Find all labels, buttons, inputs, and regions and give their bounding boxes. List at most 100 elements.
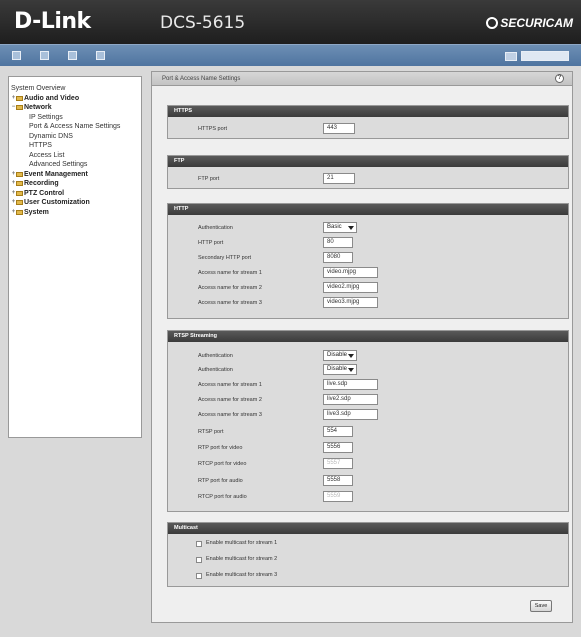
- section-header: Multicast: [168, 523, 568, 534]
- rtcp-audio-input: 5559: [323, 491, 353, 502]
- rtsp-port-input[interactable]: 554: [323, 426, 353, 437]
- folder-icon: [16, 95, 23, 101]
- http-auth-select[interactable]: Basic: [323, 222, 357, 233]
- sidebar-item-user-customization[interactable]: + User Customization: [11, 198, 141, 208]
- sidebar-item-label: IP Settings: [29, 113, 63, 121]
- http-stream2-input[interactable]: video2.mjpg: [323, 282, 378, 293]
- secondary-http-port-input[interactable]: 8080: [323, 252, 353, 263]
- toolbar-right: [505, 51, 569, 61]
- rtsp-stream1-label: Access name for stream 1: [198, 382, 262, 388]
- sidebar-item-https[interactable]: HTTPS: [11, 141, 141, 151]
- rtcp-audio-label: RTCP port for audio: [198, 494, 247, 500]
- sidebar-item-access-list[interactable]: Access List: [11, 151, 141, 161]
- securicam-circle-icon: [486, 17, 499, 29]
- sidebar-item-label: PTZ Control: [24, 189, 65, 197]
- ftp-section: FTP FTP port 21: [167, 155, 569, 189]
- logout-icon[interactable]: [96, 51, 105, 60]
- help-icon[interactable]: ?: [555, 74, 564, 83]
- https-section: HTTPS HTTPS port 443: [167, 105, 569, 139]
- http-stream3-label: Access name for stream 3: [198, 300, 262, 306]
- sidebar-item-event-management[interactable]: + Event Management: [11, 170, 141, 180]
- page-title: Port & Access Name Settings ?: [152, 72, 572, 86]
- https-port-label: HTTPS port: [198, 126, 228, 132]
- sidebar-item-dynamic-dns[interactable]: Dynamic DNS: [11, 132, 141, 142]
- folder-icon: [16, 209, 23, 215]
- http-port-input[interactable]: 80: [323, 237, 353, 248]
- rtsp-auth-value: Disable: [327, 352, 348, 358]
- http-auth-value: Basic: [327, 224, 342, 230]
- sidebar-item-label: System: [24, 208, 49, 216]
- client-setting-icon[interactable]: [68, 51, 77, 60]
- chevron-down-icon: [348, 354, 354, 358]
- section-header: RTSP Streaming: [168, 331, 568, 342]
- page-title-text: Port & Access Name Settings: [162, 76, 241, 82]
- section-header: FTP: [168, 156, 568, 167]
- http-stream1-input[interactable]: video.mjpg: [323, 267, 378, 278]
- http-port-label: HTTP port: [198, 240, 224, 246]
- rtp-audio-label: RTP port for audio: [198, 478, 243, 484]
- section-header: HTTP: [168, 204, 568, 215]
- folder-icon: [16, 171, 23, 177]
- dlink-logo: D-Link: [14, 9, 91, 34]
- multicast-stream2-label: Enable multicast for stream 2: [206, 556, 278, 562]
- flag-icon: [505, 51, 517, 61]
- sidebar-item-label: HTTPS: [29, 142, 52, 149]
- http-stream3-input[interactable]: video3.mjpg: [323, 297, 378, 308]
- folder-icon: [16, 181, 23, 187]
- sidebar-menu: System Overview + Audio and Video − Networ…: [8, 76, 142, 438]
- sidebar-item-label: User Customization: [24, 199, 90, 206]
- sidebar-item-ip-settings[interactable]: IP Settings: [11, 113, 141, 123]
- model-name: DCS-5615: [160, 13, 246, 33]
- sidebar-item-system-overview[interactable]: System Overview: [11, 84, 141, 94]
- secondary-http-port-label: Secondary HTTP port: [198, 255, 252, 261]
- rtsp-auth2-select[interactable]: Disable: [323, 364, 357, 375]
- multicast-stream1-label: Enable multicast for stream 1: [206, 540, 278, 546]
- rtp-video-input[interactable]: 5556: [323, 442, 353, 453]
- sidebar-item-advanced[interactable]: Advanced Settings: [11, 160, 141, 170]
- language-select[interactable]: [521, 51, 569, 61]
- section-header: HTTPS: [168, 106, 568, 117]
- toolbar: [0, 44, 581, 66]
- ftp-port-label: FTP port: [198, 176, 220, 182]
- multicast-stream2-checkbox[interactable]: [196, 557, 202, 563]
- rtsp-auth-label: Authentication: [198, 353, 233, 359]
- sidebar-item-network[interactable]: − Network: [11, 103, 141, 113]
- chevron-down-icon: [348, 226, 354, 230]
- folder-icon: [16, 190, 23, 196]
- rtp-video-label: RTP port for video: [198, 445, 243, 451]
- rtsp-stream2-label: Access name for stream 2: [198, 397, 262, 403]
- sidebar-item-audio-video[interactable]: + Audio and Video: [11, 94, 141, 104]
- chevron-down-icon: [348, 368, 354, 372]
- rtsp-stream1-input[interactable]: live.sdp: [323, 379, 378, 390]
- multicast-section: Multicast Enable multicast for stream 1 …: [167, 522, 569, 587]
- securicam-label: SECURICAM: [500, 16, 573, 30]
- rtsp-section: RTSP Streaming Authentication Disable Au…: [167, 330, 569, 512]
- rtsp-auth2-label: Authentication: [198, 367, 233, 373]
- multicast-stream3-checkbox[interactable]: [196, 573, 202, 579]
- rtsp-auth-select[interactable]: Disable: [323, 350, 357, 361]
- rtsp-stream2-input[interactable]: live2.sdp: [323, 394, 378, 405]
- https-port-input[interactable]: 443: [323, 123, 355, 134]
- sidebar-item-system[interactable]: + System: [11, 208, 141, 218]
- folder-icon: [16, 200, 23, 206]
- sidebar-item-recording[interactable]: + Recording: [11, 179, 141, 189]
- setup-icon[interactable]: [40, 51, 49, 60]
- rtsp-stream3-input[interactable]: live3.sdp: [323, 409, 378, 420]
- sidebar-item-label: Access List: [29, 151, 65, 159]
- save-button[interactable]: Save: [530, 600, 552, 612]
- ftp-port-input[interactable]: 21: [323, 173, 355, 184]
- rtcp-video-label: RTCP port for video: [198, 461, 247, 467]
- sidebar-item-ptz-control[interactable]: + PTZ Control: [11, 189, 141, 199]
- live-video-icon[interactable]: [12, 51, 21, 60]
- sidebar-item-label: Advanced Settings: [29, 161, 88, 168]
- rtsp-stream3-label: Access name for stream 3: [198, 412, 262, 418]
- http-stream2-label: Access name for stream 2: [198, 285, 262, 291]
- header-bar: D-Link DCS-5615 SECURICAM: [0, 0, 581, 44]
- sidebar-item-label: System Overview: [11, 85, 66, 92]
- sidebar-item-port-access[interactable]: Port & Access Name Settings: [11, 122, 141, 132]
- rtp-audio-input[interactable]: 5558: [323, 475, 353, 486]
- sidebar-item-label: Recording: [24, 180, 59, 187]
- sidebar-item-label: Event Management: [24, 170, 88, 178]
- folder-icon: [16, 105, 23, 111]
- multicast-stream1-checkbox[interactable]: [196, 541, 202, 547]
